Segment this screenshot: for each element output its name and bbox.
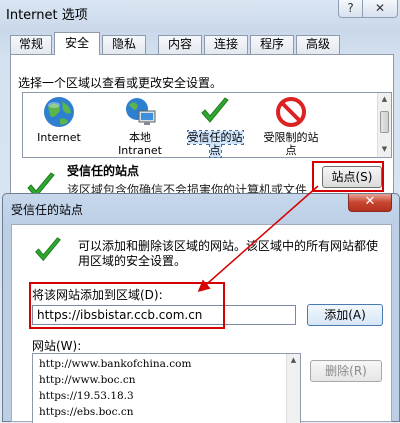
- zone-label: Internet: [37, 131, 81, 144]
- zone-trusted-sites[interactable]: 受信任的站 点: [179, 95, 251, 158]
- sites-list-label: 网站(W):: [32, 339, 82, 353]
- sites-list-scrollbar[interactable]: ▲: [286, 354, 300, 423]
- tab-privacy[interactable]: 隐私: [102, 35, 146, 54]
- list-item[interactable]: http://www.boc.cn: [39, 374, 136, 386]
- annotation-box-sites: [312, 161, 384, 192]
- zone-list-scrollbar[interactable]: ▲ ▼: [377, 93, 391, 157]
- add-button[interactable]: 添加(A): [307, 304, 383, 326]
- check-icon: [201, 97, 229, 123]
- zone-label: 受限制的站 点: [263, 131, 319, 157]
- tab-content[interactable]: 内容: [158, 35, 202, 54]
- zone-label: 本地 Intranet: [118, 131, 162, 157]
- dialog-body: 可以添加和删除该区域的网站。该区域中的所有网站都使 用区域的安全设置。 将该网站…: [11, 224, 392, 423]
- help-button[interactable]: ?: [338, 0, 363, 18]
- list-item[interactable]: https://ebs.boc.cn: [39, 406, 134, 418]
- tab-security[interactable]: 安全: [54, 32, 100, 55]
- scroll-up-icon[interactable]: ▲: [287, 356, 300, 364]
- list-item[interactable]: https://19.53.18.3: [39, 390, 134, 402]
- dialog-title: 受信任的站点: [11, 203, 84, 217]
- scroll-thumb[interactable]: [380, 111, 389, 133]
- tab-programs[interactable]: 程序: [250, 35, 294, 54]
- intranet-icon: [126, 98, 156, 125]
- trusted-sites-dialog: 受信任的站点 ✕ 可以添加和删除该区域的网站。该区域中的所有网站都使 用区域的安…: [2, 193, 400, 423]
- scroll-up-icon[interactable]: ▲: [378, 95, 391, 103]
- info-text-line2: 用区域的安全设置。: [78, 254, 187, 268]
- scroll-down-icon[interactable]: ▼: [378, 145, 391, 153]
- zone-prompt: 选择一个区域以查看或更改安全设置。: [18, 76, 223, 90]
- sites-list[interactable]: http://www.bankofchina.com http://www.bo…: [32, 353, 301, 423]
- zone-internet[interactable]: Internet: [29, 95, 89, 144]
- check-icon: [35, 237, 61, 262]
- zone-list: Internet 本地 Intranet 受信任的站 点 受限制的站 点 ▲ ▼: [22, 92, 392, 158]
- tab-strip: 常规 安全 隐私 内容 连接 程序 高级: [10, 32, 394, 55]
- dialog-close-button[interactable]: ✕: [348, 194, 392, 212]
- annotation-box-add: [29, 282, 225, 329]
- window-title: Internet 选项: [6, 8, 88, 23]
- globe-icon: [44, 97, 74, 127]
- close-button[interactable]: ✕: [362, 0, 398, 18]
- remove-button[interactable]: 删除(R): [310, 360, 382, 382]
- zone-local-intranet[interactable]: 本地 Intranet: [109, 95, 171, 157]
- zone-label: 受信任的站 点: [186, 130, 244, 158]
- trusted-zone-heading: 受信任的站点: [67, 164, 140, 178]
- restricted-icon: [276, 97, 306, 127]
- tab-connections[interactable]: 连接: [204, 35, 248, 54]
- tab-general[interactable]: 常规: [10, 35, 52, 54]
- list-item[interactable]: http://www.bankofchina.com: [39, 358, 191, 370]
- tab-advanced[interactable]: 高级: [296, 35, 340, 54]
- zone-restricted-sites[interactable]: 受限制的站 点: [255, 95, 327, 157]
